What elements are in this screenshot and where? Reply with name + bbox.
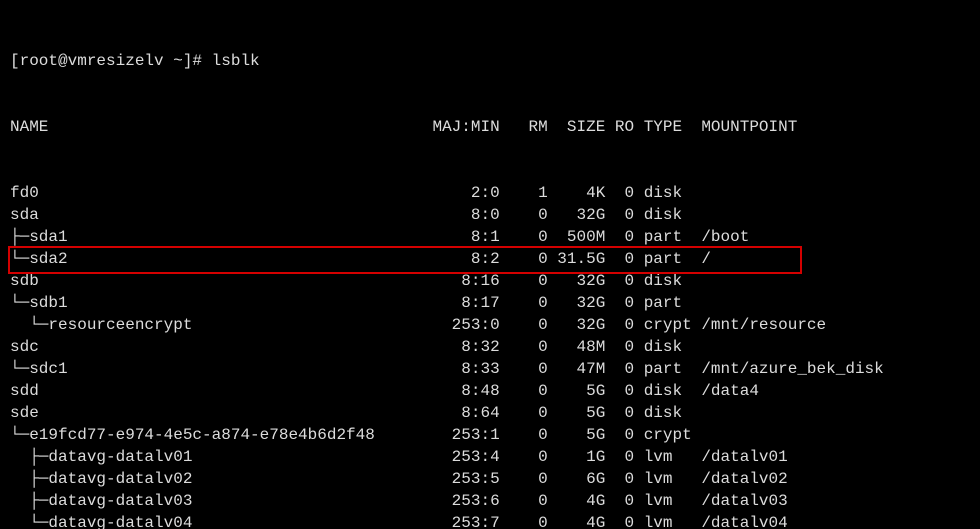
lsblk-row: ├─datavg-datalv03 253:6 0 4G 0 lvm /data… <box>10 490 970 512</box>
lsblk-row: sdd 8:48 0 5G 0 disk /data4 <box>10 380 970 402</box>
lsblk-row: └─datavg-datalv04 253:7 0 4G 0 lvm /data… <box>10 512 970 529</box>
lsblk-rows: fd0 2:0 1 4K 0 disk sda 8:0 0 32G 0 disk… <box>10 182 970 529</box>
lsblk-row: fd0 2:0 1 4K 0 disk <box>10 182 970 204</box>
lsblk-row: ├─sda1 8:1 0 500M 0 part /boot <box>10 226 970 248</box>
lsblk-header: NAME MAJ:MIN RM SIZE RO TYPE MOUNTPOINT <box>10 116 970 138</box>
terminal[interactable]: [root@vmresizelv ~]# lsblk NAME MAJ:MIN … <box>0 0 980 529</box>
lsblk-row: ├─datavg-datalv02 253:5 0 6G 0 lvm /data… <box>10 468 970 490</box>
prompt-line: [root@vmresizelv ~]# lsblk <box>10 50 970 72</box>
lsblk-row: └─e19fcd77-e974-4e5c-a874-e78e4b6d2f48 2… <box>10 424 970 446</box>
lsblk-row: └─sdc1 8:33 0 47M 0 part /mnt/azure_bek_… <box>10 358 970 380</box>
lsblk-row: └─resourceencrypt 253:0 0 32G 0 crypt /m… <box>10 314 970 336</box>
lsblk-row: sdc 8:32 0 48M 0 disk <box>10 336 970 358</box>
lsblk-row: └─sdb1 8:17 0 32G 0 part <box>10 292 970 314</box>
lsblk-row: └─sda2 8:2 0 31.5G 0 part / <box>10 248 970 270</box>
lsblk-row: sda 8:0 0 32G 0 disk <box>10 204 970 226</box>
lsblk-row: sdb 8:16 0 32G 0 disk <box>10 270 970 292</box>
lsblk-row: sde 8:64 0 5G 0 disk <box>10 402 970 424</box>
lsblk-row: ├─datavg-datalv01 253:4 0 1G 0 lvm /data… <box>10 446 970 468</box>
